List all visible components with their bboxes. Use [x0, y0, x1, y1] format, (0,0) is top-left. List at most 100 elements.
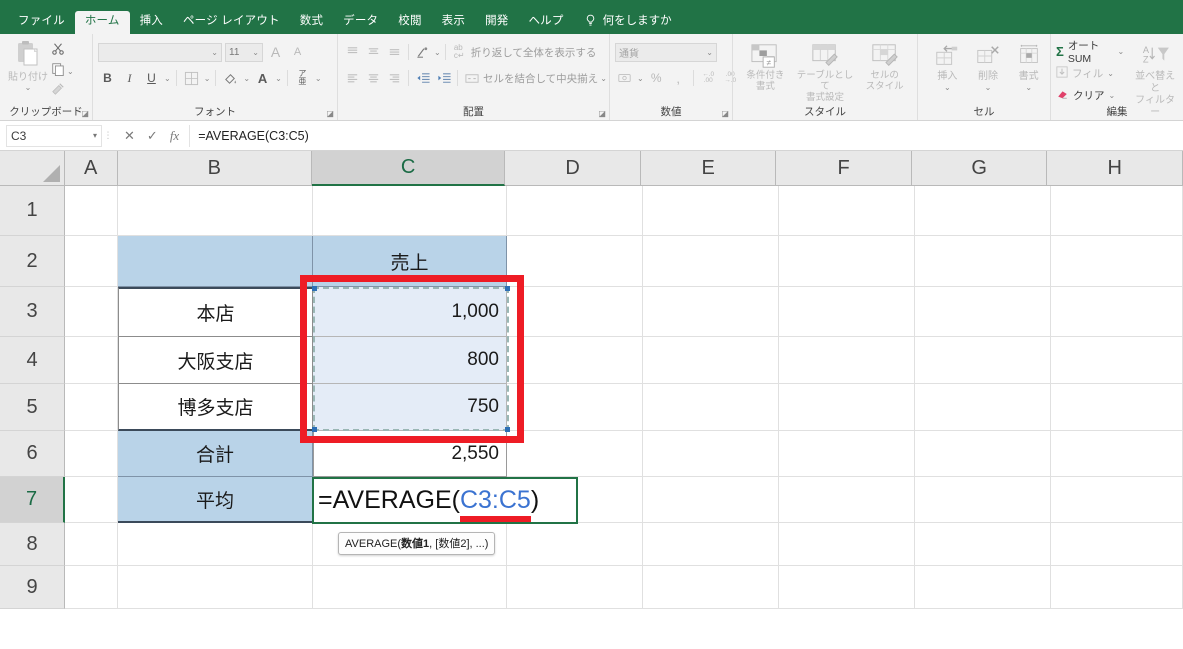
cell-A1[interactable]: [65, 186, 118, 236]
select-all-corner[interactable]: [0, 151, 65, 186]
chevron-down-icon[interactable]: ⌄: [164, 74, 171, 83]
cell-H9[interactable]: [1051, 566, 1183, 609]
chevron-down-icon[interactable]: ⌄: [944, 83, 951, 93]
row-header-1[interactable]: 1: [0, 186, 65, 236]
cell-H4[interactable]: [1051, 337, 1183, 384]
merge-center-label[interactable]: セルを結合して中央揃え: [483, 71, 598, 86]
cell-E9[interactable]: [643, 566, 779, 609]
cell-G8[interactable]: [915, 523, 1051, 566]
chevron-down-icon[interactable]: ⌄: [243, 74, 250, 83]
format-as-table-button[interactable]: テーブルとして 書式設定: [795, 41, 855, 104]
clear-button[interactable]: クリア ⌄: [1056, 85, 1124, 105]
tab-formulas[interactable]: 数式: [290, 11, 333, 35]
tab-file[interactable]: ファイル: [8, 11, 75, 35]
cancel-icon[interactable]: ✕: [124, 128, 135, 144]
row-header-6[interactable]: 6: [0, 431, 65, 477]
chevron-down-icon[interactable]: ⌄: [985, 83, 992, 93]
cell-B7[interactable]: 平均: [118, 477, 313, 523]
increase-decimal-button[interactable]: ←.0.00: [699, 69, 718, 88]
selection-handle-bl[interactable]: [312, 427, 317, 432]
tab-home[interactable]: ホーム: [74, 10, 130, 34]
cell-F2[interactable]: [779, 236, 915, 287]
cell-B1[interactable]: [118, 186, 313, 236]
tab-view[interactable]: 表示: [432, 11, 475, 35]
row-header-7[interactable]: 7: [0, 477, 65, 523]
column-header-D[interactable]: D: [505, 151, 641, 186]
font-dialog-launcher-icon[interactable]: ◪: [326, 109, 334, 118]
cell-D6[interactable]: [507, 431, 643, 477]
column-header-E[interactable]: E: [640, 151, 777, 186]
cell-C3[interactable]: 1,000: [313, 287, 507, 337]
cell-D8[interactable]: [507, 523, 643, 566]
number-dialog-launcher-icon[interactable]: ◪: [721, 109, 729, 118]
cell-E2[interactable]: [643, 236, 779, 287]
cell-F6[interactable]: [779, 431, 915, 477]
tell-me-box[interactable]: 何をしますか: [584, 12, 672, 34]
percent-format-button[interactable]: %: [647, 69, 666, 88]
row-header-3[interactable]: 3: [0, 287, 65, 337]
fill-color-button[interactable]: [221, 69, 240, 88]
column-header-B[interactable]: B: [117, 151, 312, 186]
autosum-button[interactable]: Σ オート SUM ⌄: [1056, 40, 1124, 65]
row-header-9[interactable]: 9: [0, 566, 65, 609]
cell-D3[interactable]: [507, 287, 643, 337]
tab-review[interactable]: 校閲: [388, 11, 431, 35]
cell-B2[interactable]: [118, 236, 313, 287]
cell-C2[interactable]: 売上: [313, 236, 507, 287]
increase-indent-button[interactable]: [434, 69, 453, 88]
cell-A3[interactable]: [65, 287, 118, 337]
alignment-dialog-launcher-icon[interactable]: ◪: [598, 109, 606, 118]
cut-button[interactable]: [51, 43, 74, 60]
cell-styles-button[interactable]: セルの スタイル: [857, 41, 912, 93]
decrease-indent-button[interactable]: [413, 69, 432, 88]
cell-G7[interactable]: [915, 477, 1051, 523]
cell-E8[interactable]: [643, 523, 779, 566]
cell-A5[interactable]: [65, 384, 118, 431]
formula-input[interactable]: =AVERAGE(C3:C5): [189, 124, 1181, 147]
chevron-down-icon[interactable]: ⌄: [637, 74, 644, 83]
cell-A9[interactable]: [65, 566, 118, 609]
formula-reference[interactable]: C3:C5: [459, 486, 531, 522]
borders-button[interactable]: [182, 69, 201, 88]
cell-D4[interactable]: [507, 337, 643, 384]
cell-G2[interactable]: [915, 236, 1051, 287]
cell-D2[interactable]: [507, 236, 643, 287]
cell-G9[interactable]: [915, 566, 1051, 609]
cell-F4[interactable]: [779, 337, 915, 384]
cell-E6[interactable]: [643, 431, 779, 477]
paste-button[interactable]: 貼り付け ⌄: [5, 40, 51, 92]
selection-handle-tr[interactable]: [505, 286, 510, 291]
underline-button[interactable]: U: [142, 69, 161, 88]
tab-help[interactable]: ヘルプ: [518, 11, 573, 35]
font-color-button[interactable]: A: [253, 69, 272, 88]
cell-B3[interactable]: 本店: [118, 287, 313, 337]
cell-G3[interactable]: [915, 287, 1051, 337]
cell-B5[interactable]: 博多支店: [118, 384, 313, 431]
cell-H6[interactable]: [1051, 431, 1183, 477]
active-cell-C7-editor[interactable]: =AVERAGE(C3:C5): [312, 477, 578, 524]
chevron-down-icon[interactable]: ⌄: [600, 74, 607, 83]
cell-B6[interactable]: 合計: [118, 431, 313, 477]
cell-H2[interactable]: [1051, 236, 1183, 287]
number-format-dropdown[interactable]: 通貨 ⌄: [615, 42, 717, 62]
cell-E3[interactable]: [643, 287, 779, 337]
cell-A7[interactable]: [65, 477, 118, 523]
cell-E1[interactable]: [643, 186, 779, 236]
row-header-5[interactable]: 5: [0, 384, 65, 431]
tab-insert[interactable]: 挿入: [130, 11, 173, 35]
font-name-input[interactable]: ⌄: [98, 42, 222, 62]
cell-H8[interactable]: [1051, 523, 1183, 566]
worksheet-grid[interactable]: A B C D E F G H 1 2 3 4 5 6 7 8 9 売上 本店 …: [0, 151, 1183, 649]
cell-H7[interactable]: [1051, 477, 1183, 523]
column-header-G[interactable]: G: [911, 151, 1048, 186]
conditional-formatting-button[interactable]: ≠ 条件付き 書式: [738, 41, 793, 93]
column-header-C[interactable]: C: [311, 151, 506, 186]
cell-D9[interactable]: [507, 566, 643, 609]
cell-F1[interactable]: [779, 186, 915, 236]
chevron-down-icon[interactable]: ⌄: [25, 83, 32, 92]
tab-developer[interactable]: 開発: [475, 11, 518, 35]
chevron-down-icon[interactable]: ⌄: [204, 74, 211, 83]
cell-C9[interactable]: [313, 566, 507, 609]
cell-C5[interactable]: 750: [313, 384, 507, 431]
chevron-down-icon[interactable]: ⌄: [1109, 91, 1116, 100]
